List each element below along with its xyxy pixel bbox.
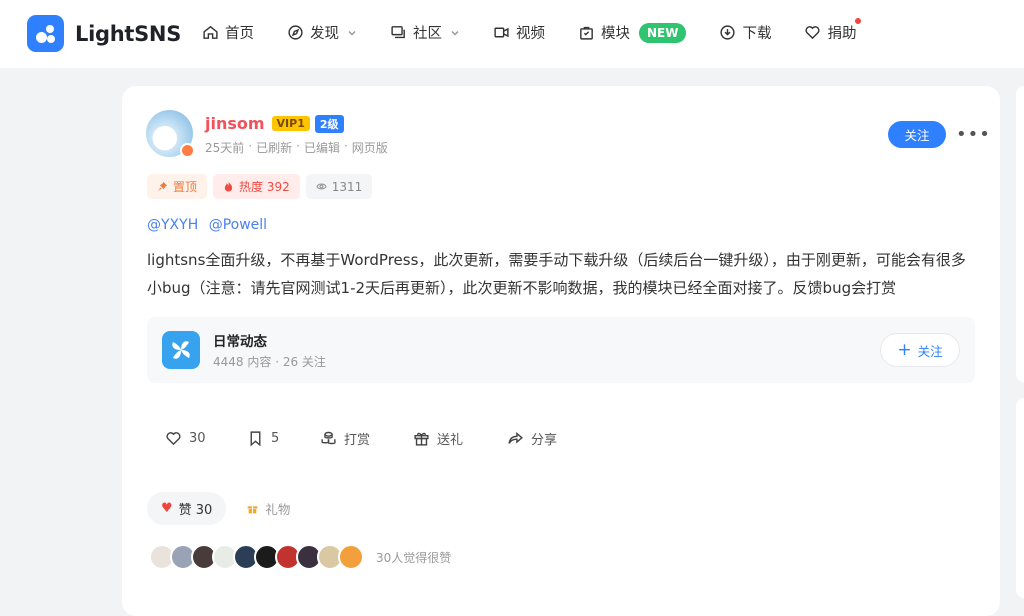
compass-icon xyxy=(288,25,303,40)
pin-icon xyxy=(157,181,168,192)
nav-modules[interactable]: 模块 NEW xyxy=(578,22,687,43)
topic-posts: 4448 内容 xyxy=(213,355,272,369)
sidebar-card xyxy=(1016,398,1024,598)
video-icon xyxy=(494,27,509,38)
logo[interactable]: LightSNS xyxy=(27,15,181,52)
nav-discover-label: 发现 xyxy=(310,26,339,42)
heart-icon xyxy=(805,26,821,40)
topic-card[interactable]: 日常动态 4448 内容 · 26 关注 + 关注 xyxy=(147,317,975,383)
reward-button[interactable]: 打赏 xyxy=(320,429,413,448)
pinned-label: 置顶 xyxy=(173,180,198,194)
fire-icon xyxy=(224,181,233,192)
pinned-tag: 置顶 xyxy=(147,174,208,199)
author-row: jinsom VIP1 2级 xyxy=(205,114,344,133)
nav-modules-label: 模块 xyxy=(601,26,630,42)
heart-filled-icon: ♥ xyxy=(161,501,173,516)
gift-icon xyxy=(414,432,429,446)
mentions: @YXYH @Powell xyxy=(147,217,273,233)
nav-download-label: 下载 xyxy=(742,26,772,42)
bookmark-count: 5 xyxy=(271,431,280,446)
nav-video[interactable]: 视频 xyxy=(493,22,545,43)
nav-donate[interactable]: 捐助 xyxy=(804,18,862,43)
post-source: 网页版 xyxy=(351,141,388,155)
coins-icon xyxy=(321,431,336,445)
plus-icon: + xyxy=(897,340,912,360)
mention-link[interactable]: @Powell xyxy=(209,217,267,233)
gift-button[interactable]: 送礼 xyxy=(413,429,507,448)
chat-icon xyxy=(391,26,405,39)
reward-label: 打赏 xyxy=(344,433,371,448)
notification-dot xyxy=(855,18,862,24)
post-tags: 置顶 热度 392 1311 xyxy=(147,174,378,199)
eye-icon xyxy=(316,183,327,190)
bookmark-button[interactable]: 5 xyxy=(247,430,320,447)
author-name[interactable]: jinsom xyxy=(205,114,265,133)
home-icon xyxy=(203,25,218,39)
topic-follow-label: 关注 xyxy=(917,343,943,359)
voter-avatar[interactable] xyxy=(338,544,364,570)
voters-text: 30人觉得很赞 xyxy=(376,550,452,565)
like-pill-label: 赞 30 xyxy=(178,503,213,518)
nav-discover[interactable]: 发现 xyxy=(287,22,357,43)
pinwheel-icon xyxy=(162,331,200,369)
nav-download[interactable]: 下载 xyxy=(719,22,771,43)
bookmark-icon xyxy=(250,431,261,447)
new-badge: NEW xyxy=(639,22,687,43)
like-pill[interactable]: ♥ 赞 30 xyxy=(147,492,227,525)
chevron-down-icon xyxy=(451,30,459,36)
hot-label: 热度 392 xyxy=(239,180,290,194)
topic-follow-button[interactable]: + 关注 xyxy=(880,333,960,367)
like-count: 30 xyxy=(189,431,206,446)
hot-tag: 热度 392 xyxy=(213,174,300,199)
author-avatar[interactable] xyxy=(146,110,195,158)
bag-icon xyxy=(580,26,593,40)
nav-video-label: 视频 xyxy=(516,26,545,42)
verified-badge-icon xyxy=(180,143,195,158)
vip-badge: VIP1 xyxy=(271,116,310,131)
follow-button[interactable]: 关注 xyxy=(888,121,946,148)
post-actions: 30 5 打赏 送礼 分享 xyxy=(165,429,557,448)
more-options-icon[interactable]: ••• xyxy=(956,124,991,145)
gift-icon xyxy=(247,506,258,514)
share-label: 分享 xyxy=(531,433,558,448)
post-meta: 25天前 · 已刷新 · 已编辑 · 网页版 xyxy=(205,139,388,155)
post-content: lightsns全面升级，不再基于WordPress，此次更新，需要手动下载升级… xyxy=(147,251,966,297)
gift-link[interactable]: 礼物 xyxy=(246,499,290,518)
main-nav: 首页 发现 社区 视频 模块 NEW 下载 捐助 xyxy=(202,18,889,43)
share-button[interactable]: 分享 xyxy=(507,429,557,448)
topic-followers: 26 关注 xyxy=(282,355,326,369)
topic-name: 日常动态 xyxy=(213,334,267,350)
logo-icon xyxy=(27,15,64,52)
top-navbar: LightSNS 首页 发现 社区 视频 模块 NEW 下载 捐助 xyxy=(0,0,1024,68)
nav-donate-label: 捐助 xyxy=(827,26,857,42)
heart-icon xyxy=(166,432,181,446)
nav-community-label: 社区 xyxy=(413,26,442,42)
post-card: jinsom VIP1 2级 25天前 · 已刷新 · 已编辑 · 网页版 关注 ••… xyxy=(122,86,1000,616)
views-tag: 1311 xyxy=(305,174,373,199)
post-edited: 已编辑 xyxy=(303,141,340,155)
sidebar-card xyxy=(1016,86,1024,382)
level-badge: 2级 xyxy=(314,114,344,133)
voters-row: 30人觉得很赞 xyxy=(149,544,451,570)
post-time: 25天前 xyxy=(205,141,245,155)
nav-home[interactable]: 首页 xyxy=(202,22,254,43)
download-icon xyxy=(720,25,736,40)
mention-link[interactable]: @YXYH xyxy=(147,217,198,233)
nav-community[interactable]: 社区 xyxy=(390,22,460,43)
views-count: 1311 xyxy=(331,179,363,194)
share-icon xyxy=(508,432,523,444)
brand-name: LightSNS xyxy=(75,21,182,46)
post-refreshed: 已刷新 xyxy=(256,141,293,155)
gift-link-label: 礼物 xyxy=(265,502,291,517)
nav-home-label: 首页 xyxy=(225,26,254,42)
likes-row: ♥ 赞 30 礼物 xyxy=(147,492,290,525)
chevron-down-icon xyxy=(348,30,356,36)
gift-label: 送礼 xyxy=(437,433,464,448)
like-button[interactable]: 30 xyxy=(165,430,247,447)
topic-meta: 4448 内容 · 26 关注 xyxy=(213,355,326,369)
